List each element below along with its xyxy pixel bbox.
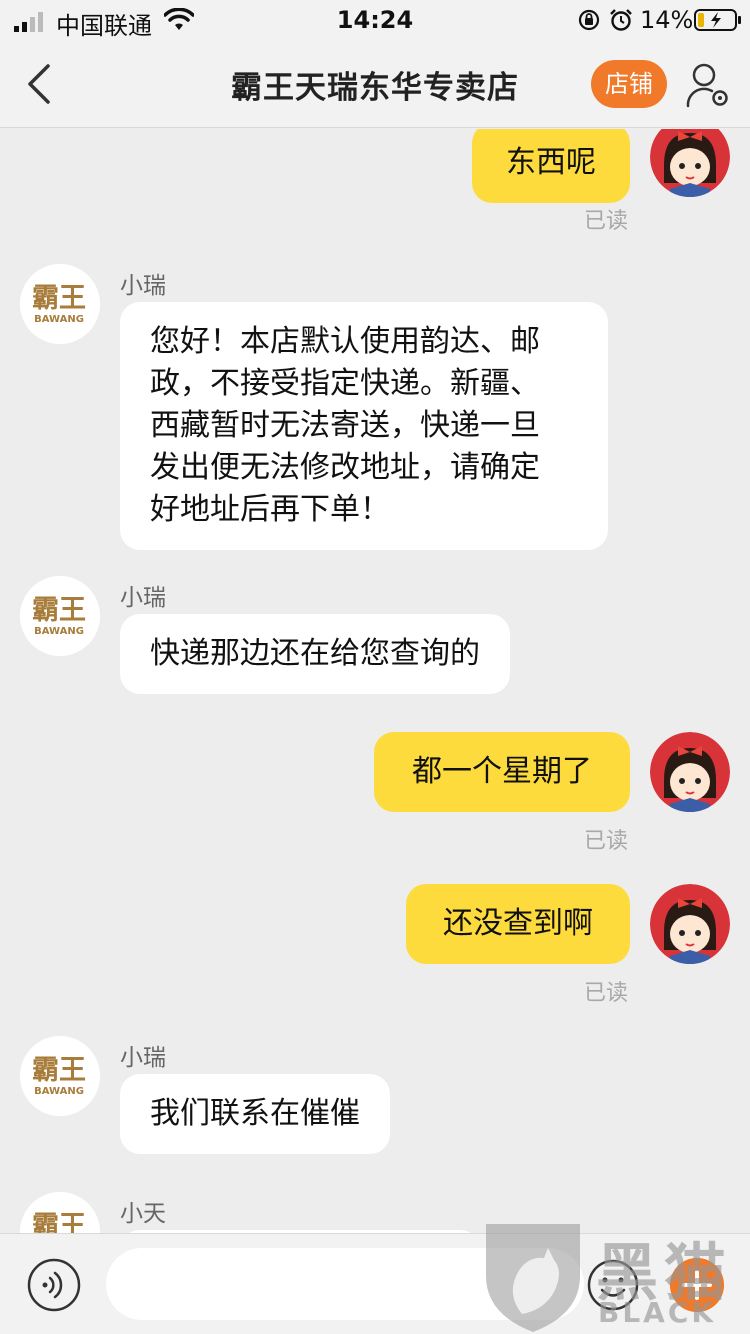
navigation-bar: 霸王天瑞东华专卖店 店铺 — [0, 40, 750, 128]
message-text: 东西呢 — [506, 145, 596, 180]
plus-icon[interactable] — [670, 1258, 724, 1312]
outgoing-message-bubble[interactable]: 东西呢 — [472, 129, 630, 203]
rotation-lock-icon — [578, 9, 600, 31]
logo-cn: 霸王 — [32, 283, 86, 314]
logo-cn: 霸王 — [32, 595, 86, 626]
page-title: 霸王天瑞东华专卖店 — [231, 70, 519, 106]
message-text: 我们联系在催催 — [150, 1096, 360, 1131]
message-input[interactable] — [106, 1248, 584, 1320]
incoming-message-bubble[interactable]: 快递那边还在给您查询的 — [120, 614, 510, 694]
bawang-logo: 霸王 BAWANG — [20, 576, 100, 656]
emoji-icon[interactable] — [587, 1259, 639, 1311]
alarm-icon — [610, 9, 632, 31]
logo-cn: 霸王 — [32, 1211, 86, 1233]
sender-name: 小瑞 — [120, 1045, 166, 1071]
shop-avatar[interactable]: 霸王 BAWANG — [20, 576, 100, 656]
cartoon-girl-avatar-icon — [650, 129, 730, 197]
status-bar: 中国联通 14:24 14% — [0, 0, 750, 40]
user-avatar[interactable] — [650, 884, 730, 964]
shop-avatar[interactable]: 霸王 BAWANG — [20, 1036, 100, 1116]
cartoon-girl-avatar-icon — [650, 884, 730, 964]
read-receipt: 已读 — [583, 209, 628, 234]
outgoing-message-bubble[interactable]: 还没查到啊 — [406, 884, 630, 964]
message-input-bar — [0, 1233, 750, 1334]
message-text: 快递那边还在给您查询的 — [150, 636, 480, 671]
incoming-message-bubble[interactable]: 我们联系在催催 — [120, 1074, 390, 1154]
read-receipt: 已读 — [583, 829, 628, 854]
back-icon[interactable] — [22, 62, 56, 106]
user-avatar[interactable] — [650, 129, 730, 197]
user-settings-icon[interactable] — [686, 62, 730, 108]
bawang-logo: 霸王 BAWANG — [20, 1192, 100, 1233]
sender-name: 小瑞 — [120, 585, 166, 611]
message-text: 都一个星期了 — [412, 754, 592, 789]
voice-icon[interactable] — [27, 1258, 81, 1312]
shop-avatar[interactable]: 霸王 BAWANG — [20, 1192, 100, 1233]
sender-name: 小瑞 — [120, 273, 166, 299]
outgoing-message-bubble[interactable]: 都一个星期了 — [374, 732, 630, 812]
battery-percent: 14% — [640, 6, 694, 34]
message-line: 政，不接受指定快递。新疆、 — [150, 366, 540, 401]
message-text: 还没查到啊 — [443, 906, 593, 941]
message-line: 发出便无法修改地址，请确定 — [150, 450, 540, 485]
battery-charging-icon — [694, 9, 741, 31]
status-time: 14:24 — [336, 6, 414, 34]
logo-en: BAWANG — [34, 314, 84, 325]
message-line: 您好！本店默认使用韵达、邮 — [150, 324, 540, 359]
read-receipt: 已读 — [583, 981, 628, 1006]
incoming-message-bubble[interactable]: 您好！本店默认使用韵达、邮 政，不接受指定快递。新疆、 西藏暂时无法寄送，快递一… — [120, 302, 608, 550]
bawang-logo: 霸王 BAWANG — [20, 264, 100, 344]
chat-message-list[interactable]: 东西呢 已读 霸王 BAWANG 小瑞 您好！本店默认使用韵达、邮 政，不接受指… — [0, 129, 750, 1233]
sender-name: 小天 — [120, 1201, 166, 1227]
shop-avatar[interactable]: 霸王 BAWANG — [20, 264, 100, 344]
message-line: 西藏暂时无法寄送，快递一旦 — [150, 408, 540, 443]
shop-button[interactable]: 店铺 — [591, 60, 667, 108]
cartoon-girl-avatar-icon — [650, 732, 730, 812]
logo-en: BAWANG — [34, 626, 84, 637]
logo-en: BAWANG — [34, 1086, 84, 1097]
bawang-logo: 霸王 BAWANG — [20, 1036, 100, 1116]
message-line: 好地址后再下单！ — [150, 492, 390, 527]
logo-cn: 霸王 — [32, 1055, 86, 1086]
user-avatar[interactable] — [650, 732, 730, 812]
